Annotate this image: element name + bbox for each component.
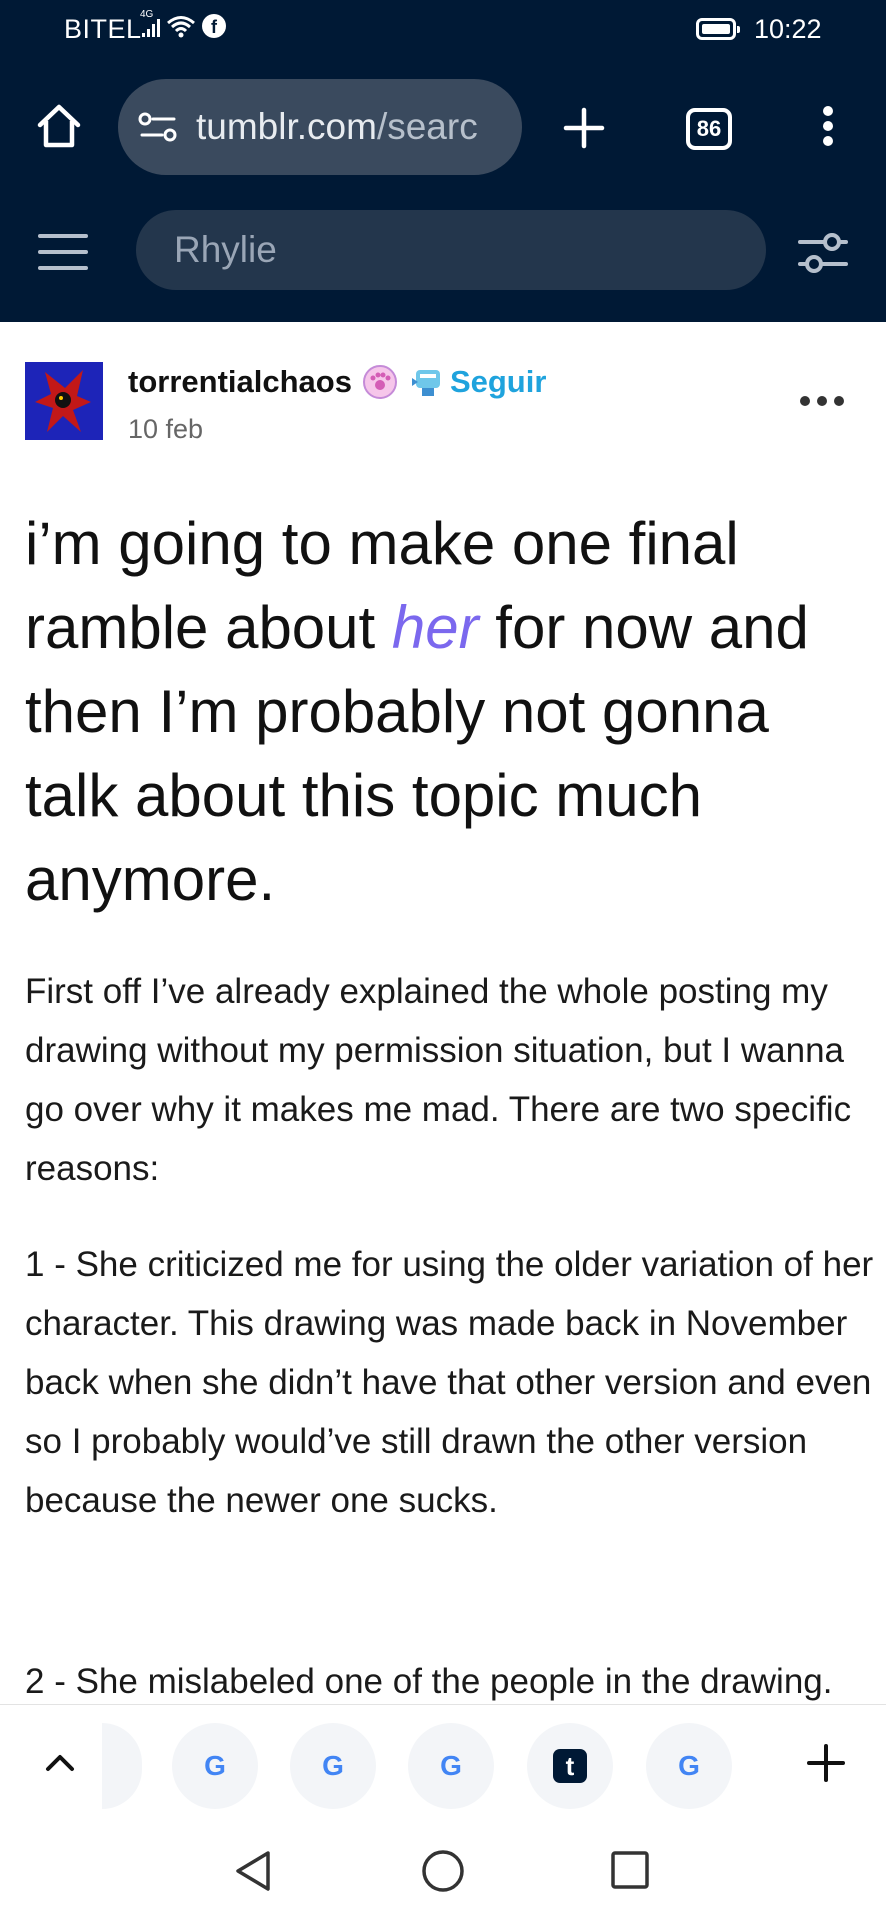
heading-emphasis: her [391, 594, 479, 661]
paw-badge-icon [362, 365, 397, 399]
url-text[interactable]: tumblr.com/searc [196, 106, 478, 148]
new-tab-icon[interactable] [560, 104, 608, 152]
browser-toolbar: tumblr.com/searc 86 [0, 66, 886, 190]
carrier-label: BITEL [64, 14, 142, 44]
back-icon[interactable] [232, 1848, 276, 1894]
post-paragraph: 1 - She criticized me for using the olde… [25, 1245, 874, 1520]
post-options-icon[interactable] [800, 396, 844, 406]
post-date: 10 feb [128, 414, 204, 444]
google-icon: G [322, 1750, 344, 1781]
address-bar[interactable]: tumblr.com/searc [118, 79, 522, 175]
url-path: /searc [376, 106, 478, 147]
tab-thumbnail[interactable]: G [408, 1723, 494, 1809]
tab-thumbnail[interactable]: G [172, 1723, 258, 1809]
clock: 10:22 [754, 14, 822, 44]
signal-icon: 4G [140, 9, 160, 37]
tab-thumbnail[interactable]: G [646, 1723, 732, 1809]
home-icon[interactable] [34, 101, 84, 151]
post-paragraph: First off I’ve already explained the who… [25, 972, 852, 1188]
tab-thumbnail[interactable]: G [290, 1723, 376, 1809]
add-tab-icon[interactable] [806, 1743, 846, 1783]
search-filter-icon[interactable] [796, 228, 850, 278]
system-navigation-bar [0, 1822, 886, 1920]
follow-button[interactable]: Seguir [450, 364, 546, 400]
url-host: tumblr.com [196, 106, 377, 147]
chevron-up-icon[interactable] [40, 1743, 80, 1783]
post-author-row: torrentialchaos Seguir [128, 364, 546, 400]
overflow-menu-icon[interactable] [816, 106, 840, 154]
post-heading: i’m going to make one final ramble about… [25, 502, 865, 922]
google-icon: G [204, 1750, 226, 1781]
author-name[interactable]: torrentialchaos [128, 364, 352, 400]
tumblr-icon: t [553, 1749, 587, 1783]
sticker-badge-icon [411, 370, 440, 396]
google-icon: G [440, 1750, 462, 1781]
tab-thumbnail[interactable]: t [527, 1723, 613, 1809]
network-icons: 4G f [140, 9, 226, 38]
wifi-icon [167, 16, 195, 38]
post: torrentialchaos Seguir 10 feb i’m going … [0, 322, 886, 1704]
post-paragraph: 2 - She mislabeled one of the people in … [25, 1662, 833, 1701]
tab-thumbnail-partial[interactable] [102, 1723, 142, 1809]
battery-icon [696, 18, 740, 40]
search-input[interactable] [136, 210, 766, 290]
tumblr-search-bar [0, 190, 886, 322]
tab-switcher-button[interactable]: 86 [686, 108, 732, 150]
facebook-notification-icon: f [202, 14, 226, 38]
hamburger-menu-icon[interactable] [38, 234, 88, 274]
author-avatar[interactable] [25, 362, 103, 440]
home-circle-icon[interactable] [420, 1848, 466, 1894]
recent-apps-icon[interactable] [610, 1850, 650, 1890]
tab-strip: G G G t G [0, 1704, 886, 1822]
network-type-label: 4G [140, 9, 154, 20]
status-bar: BITEL 4G f 10:22 [0, 0, 886, 66]
google-icon: G [678, 1750, 700, 1781]
site-settings-icon[interactable] [138, 112, 178, 142]
